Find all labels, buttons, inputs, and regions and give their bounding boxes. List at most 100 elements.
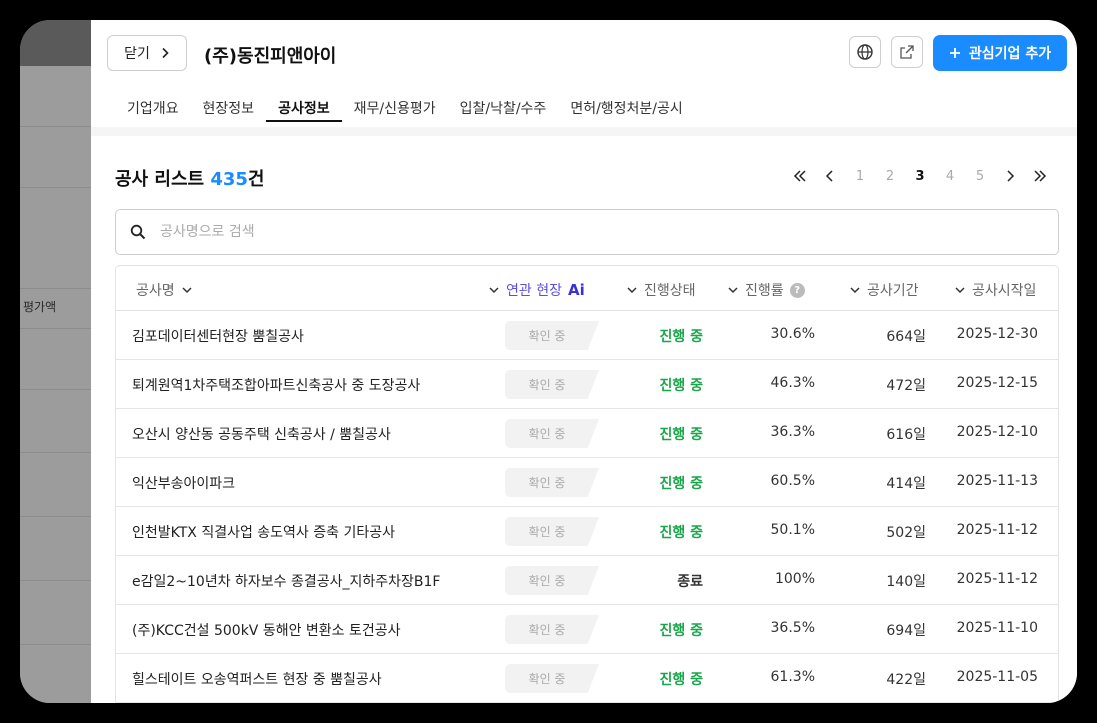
start-date: 2025-11-12 [956, 571, 1038, 587]
list-count: 435 [210, 169, 248, 190]
status-text: 진행 중 [659, 378, 703, 394]
search-icon [130, 224, 146, 240]
chevron-right-icon [162, 47, 169, 59]
construction-name: 퇴계원역1차주택조합아파트신축공사 중 도장공사 [132, 378, 421, 394]
construction-name: (주)KCC건설 500kV 동해안 변환소 토건공사 [132, 623, 401, 639]
table-row[interactable]: 힐스테이트 오송역퍼스트 현장 중 뿜칠공사 확인 중 진행 중 61.3% 4… [116, 654, 1058, 703]
page-3-current[interactable]: 3 [905, 166, 935, 186]
chevron-left-icon [825, 170, 833, 182]
background-divider [20, 452, 100, 453]
website-button[interactable] [849, 36, 881, 68]
page-1[interactable]: 1 [845, 166, 875, 186]
table-row[interactable]: 익산부송아이파크 확인 중 진행 중 60.5% 414일 2025-11-13 [116, 458, 1058, 507]
table-row[interactable]: 김포데이터센터현장 뿜칠공사 확인 중 진행 중 30.6% 664일 2025… [116, 311, 1058, 360]
tab-construction-info[interactable]: 공사정보 [266, 92, 342, 122]
construction-period: 422일 [886, 672, 926, 688]
construction-period: 616일 [886, 427, 926, 443]
construction-search [115, 209, 1059, 255]
tab-site-info[interactable]: 현장정보 [191, 92, 267, 122]
background-divider [20, 288, 100, 289]
header-name: 공사명 [136, 283, 175, 299]
tab-bidding[interactable]: 입찰/낙찰/수주 [448, 92, 559, 122]
construction-name: 인천발KTX 직결사업 송도역사 증축 기타공사 [132, 525, 395, 541]
header-name-sort[interactable]: 공사명 [136, 280, 193, 300]
start-date: 2025-12-30 [956, 326, 1038, 342]
next-page-button[interactable] [995, 166, 1025, 186]
header-rate: 진행률 [745, 283, 784, 299]
pagination: 1 2 3 4 5 [785, 166, 1055, 186]
start-date: 2025-12-10 [956, 424, 1038, 440]
table-row[interactable]: 인천발KTX 직결사업 송도역사 증축 기타공사 확인 중 진행 중 50.1%… [116, 507, 1058, 556]
chevron-down-icon [955, 287, 965, 294]
table-row[interactable]: (주)KCC건설 500kV 동해안 변환소 토건공사 확인 중 진행 중 36… [116, 605, 1058, 654]
chevron-right-icon [1007, 170, 1015, 182]
background-divider [20, 187, 100, 188]
search-input[interactable] [158, 223, 1022, 241]
progress-rate: 30.6% [770, 326, 815, 342]
header-rate-sort[interactable]: 진행률 ? [727, 280, 805, 300]
related-site-badge: 확인 중 [505, 517, 599, 546]
related-site-badge: 확인 중 [505, 566, 599, 595]
construction-period: 414일 [886, 476, 926, 492]
background-divider [20, 516, 100, 517]
construction-name: 힐스테이트 오송역퍼스트 현장 중 뿜칠공사 [132, 672, 382, 688]
chevron-down-icon [489, 287, 499, 294]
table-row[interactable]: 오산시 양산동 공동주택 신축공사 / 뿜칠공사 확인 중 진행 중 36.3%… [116, 409, 1058, 458]
tab-company-overview[interactable]: 기업개요 [115, 92, 191, 122]
ai-badge: Ai [567, 281, 585, 299]
table-row[interactable]: 퇴계원역1차주택조합아파트신축공사 중 도장공사 확인 중 진행 중 46.3%… [116, 360, 1058, 409]
add-interest-label: 관심기업 추가 [968, 46, 1052, 62]
construction-name: 김포데이터센터현장 뿜칠공사 [132, 329, 304, 345]
background-divider [20, 126, 100, 127]
construction-period: 472일 [886, 378, 926, 394]
progress-rate: 46.3% [770, 375, 815, 391]
background-column [20, 66, 100, 703]
header-related-site-sort[interactable]: 연관 현장 Ai [488, 280, 585, 300]
company-name: (주)동진피앤아이 [204, 46, 337, 67]
progress-rate: 61.3% [770, 669, 815, 685]
first-page-button[interactable] [785, 166, 815, 186]
section-divider [91, 127, 1077, 136]
double-chevron-left-icon [793, 170, 806, 182]
page-2[interactable]: 2 [875, 166, 905, 186]
chevron-down-icon [850, 287, 860, 294]
page-5[interactable]: 5 [965, 166, 995, 186]
table-header: 공사명 연관 현장 Ai 진행상태 진행률 ? 공사기간 공사시작일 [116, 266, 1058, 311]
globe-icon [857, 44, 873, 60]
plus-icon [949, 48, 960, 58]
list-count-suffix: 건 [247, 169, 265, 190]
start-date: 2025-11-10 [956, 620, 1038, 636]
open-external-button[interactable] [891, 36, 923, 68]
progress-rate: 100% [774, 571, 815, 587]
list-title-text: 공사 리스트 [115, 169, 211, 190]
start-date: 2025-11-13 [956, 473, 1038, 489]
header-status-sort[interactable]: 진행상태 [626, 280, 696, 300]
header-start-date: 공사시작일 [972, 283, 1037, 299]
progress-rate: 36.3% [770, 424, 815, 440]
background-divider [20, 580, 100, 581]
progress-rate: 36.5% [770, 620, 815, 636]
related-site-badge: 확인 중 [505, 419, 599, 448]
chevron-down-icon [182, 287, 192, 294]
header-period-sort[interactable]: 공사기간 [849, 280, 919, 300]
construction-period: 502일 [886, 525, 926, 541]
construction-name: 익산부송아이파크 [132, 476, 236, 492]
construction-table: 공사명 연관 현장 Ai 진행상태 진행률 ? 공사기간 공사시작일 김포데이터… [115, 265, 1059, 703]
tab-finance-credit[interactable]: 재무/신용평가 [342, 92, 448, 122]
close-button[interactable]: 닫기 [107, 35, 187, 71]
help-icon[interactable]: ? [789, 282, 805, 298]
background-divider [20, 389, 100, 390]
status-text: 진행 중 [659, 623, 703, 639]
status-text: 종료 [677, 574, 703, 590]
status-text: 진행 중 [659, 525, 703, 541]
progress-rate: 60.5% [770, 473, 815, 489]
add-interest-company-button[interactable]: 관심기업 추가 [933, 35, 1067, 71]
detail-tabs: 기업개요 현장정보 공사정보 재무/신용평가 입찰/낙찰/수주 면허/행정처분/… [115, 92, 695, 128]
header-start-sort[interactable]: 공사시작일 [954, 280, 1036, 300]
prev-page-button[interactable] [815, 166, 845, 186]
last-page-button[interactable] [1025, 166, 1055, 186]
table-row[interactable]: e감일2~10년차 하자보수 종결공사_지하주차장B1F 확인 중 종료 100… [116, 556, 1058, 605]
external-link-icon [900, 45, 914, 59]
tab-license-disclosure[interactable]: 면허/행정처분/공시 [558, 92, 694, 122]
page-4[interactable]: 4 [935, 166, 965, 186]
